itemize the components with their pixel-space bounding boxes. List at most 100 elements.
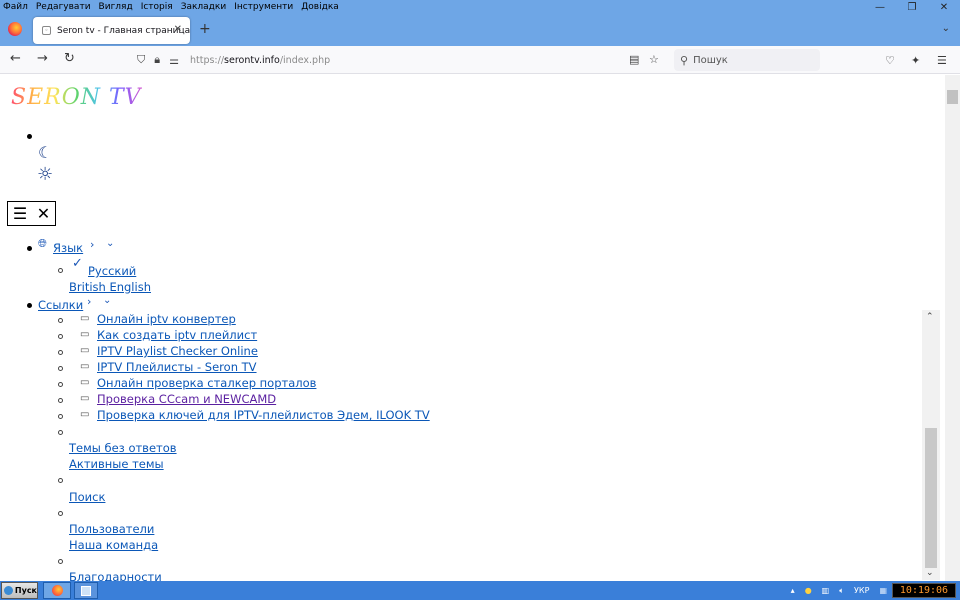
page-scroll-thumb[interactable] [947,90,958,104]
page-scrollbar[interactable] [945,75,960,581]
list-bullet [58,414,63,419]
search-icon: ⚲ [680,53,689,67]
navigation-toolbar: ← → ↻ ⛉ 🔒︎ ⚌ https://serontv.info/index.… [0,46,960,74]
tab-active[interactable]: ◦ Seron tv - Главная страница ✕ [33,17,190,44]
menu-tools[interactable]: Інструменти [230,0,297,14]
link-item[interactable]: IPTV Плейлисты - Seron TV [97,360,257,374]
hamburger-icon[interactable]: ☰ [13,204,27,223]
link-item[interactable]: Онлайн iptv конвертер [97,312,236,326]
network-icon[interactable]: ▥ [822,586,830,595]
permissions-icon[interactable]: ⚌ [169,54,179,67]
new-tab-button[interactable]: + [199,22,211,36]
dropdown-scrollbar[interactable]: ⌃ ⌄ [922,310,940,580]
chevron-down-icon: ⌄ [103,295,112,306]
keyboard-language[interactable]: УКР [854,586,869,595]
list-bullet [58,268,63,273]
page-icon: ▭ [80,409,90,420]
taskbar-app[interactable] [74,582,98,599]
users-link[interactable]: Пользователи [69,522,154,536]
app-menu-icon[interactable]: ☰ [937,53,947,69]
menu-file[interactable]: Файл [0,0,32,14]
list-bullet [27,134,32,139]
windows-icon [4,586,13,595]
page-icon: ▭ [80,329,90,340]
tab-close-icon[interactable]: ✕ [174,24,182,35]
team-link[interactable]: Наша команда [69,538,158,552]
thanks-link[interactable]: Благодарности [69,570,162,581]
list-bullet [58,366,63,371]
menu-toggle-button[interactable]: ☰ ✕ [7,201,56,226]
menu-bar: Файл Редагувати Вигляд Історія Закладки … [0,0,960,14]
close-menu-icon[interactable]: ✕ [37,204,50,223]
clock[interactable]: 10:19:06 [892,583,956,598]
reader-view-icon[interactable]: ▤ [629,53,639,66]
link-item[interactable]: Проверка ключей для IPTV-плейлистов Эдем… [97,408,430,422]
page-icon: ▭ [80,313,90,324]
list-bullet [58,478,63,483]
bookmark-star-icon[interactable]: ☆ [649,53,659,66]
tab-list-button[interactable]: ⌄ [942,23,950,34]
close-window-button[interactable]: ✕ [928,0,960,14]
menu-history[interactable]: Історія [137,0,177,14]
tray-info-icon[interactable]: ▦ [879,586,887,595]
taskbar: Пуск ▴ ● ▥ 🔈︎ УКР ▦ 10:19:06 [0,581,960,600]
links-menu-link[interactable]: Ссылки [38,298,83,312]
page-icon: ▭ [80,377,90,388]
list-bullet [58,334,63,339]
reload-button[interactable]: ↻ [64,51,75,67]
firefox-icon [52,585,63,596]
scroll-up-icon[interactable]: ⌃ [926,312,934,322]
menu-view[interactable]: Вигляд [95,0,137,14]
search-box[interactable]: ⚲ Пошук [674,49,820,71]
page-favicon-icon: ◦ [42,26,51,35]
list-bullet [58,382,63,387]
menu-help[interactable]: Довідка [297,0,343,14]
menu-edit[interactable]: Редагувати [32,0,95,14]
list-bullet [58,350,63,355]
lock-icon[interactable]: 🔒︎ [154,53,160,67]
window-controls: — ❐ ✕ [864,0,960,14]
tab-strip: ◦ Seron tv - Главная страница ✕ + ⌄ [0,14,960,46]
minimize-button[interactable]: — [864,0,896,14]
light-theme-icon[interactable]: ☼ [37,164,53,185]
search-placeholder: Пошук [693,54,728,66]
dropdown-scroll-thumb[interactable] [925,428,937,568]
maximize-button[interactable]: ❐ [896,0,928,14]
start-button[interactable]: Пуск [1,582,38,599]
link-item[interactable]: Как создать iptv плейлист [97,328,257,342]
extensions-icon[interactable]: ✦ [911,53,920,69]
chevron-down-icon: ⌄ [106,238,115,249]
pocket-icon[interactable]: ♡ [885,53,895,69]
list-bullet [27,246,32,251]
site-logo[interactable]: SERON TV [11,85,142,110]
menu-bookmarks[interactable]: Закладки [177,0,231,14]
link-item[interactable]: IPTV Playlist Checker Online [97,344,258,358]
unanswered-topics-link[interactable]: Темы без ответов [69,441,177,455]
tray-app-icon[interactable]: ● [805,586,812,595]
active-topics-link[interactable]: Активные темы [69,457,164,471]
url-bar[interactable]: ⛉ 🔒︎ ⚌ https://serontv.info/index.php ▤ … [137,49,669,71]
language-option-russian[interactable]: Русский [88,264,136,278]
window-icon [81,586,91,596]
forward-button[interactable]: → [37,51,48,67]
shield-icon[interactable]: ⛉ [137,53,145,67]
back-button[interactable]: ← [10,51,21,67]
chevron-right-icon: › [90,238,95,251]
link-item[interactable]: Проверка CCcam и NEWCAMD [97,392,276,406]
language-menu-link[interactable]: Язык [53,241,83,255]
language-option-english[interactable]: British English [69,280,151,294]
url-text[interactable]: https://serontv.info/index.php [190,55,330,66]
dark-theme-icon[interactable]: ☾ [38,143,52,162]
taskbar-firefox[interactable] [43,582,71,599]
firefox-icon[interactable] [8,22,22,36]
link-item[interactable]: Онлайн проверка сталкер порталов [97,376,316,390]
scroll-down-icon[interactable]: ⌄ [926,568,934,578]
list-bullet [58,511,63,516]
checkmark-icon: ✓ [72,256,83,271]
tray-expand-icon[interactable]: ▴ [791,586,795,595]
system-tray: ▴ ● ▥ 🔈︎ УКР ▦ 10:19:06 [786,581,960,600]
page-content: SERON TV ☾ ☼ ☰ ✕ 🌐︎ Язык › ⌄ ✓ Русский B… [0,75,945,581]
volume-icon[interactable]: 🔈︎ [839,586,844,596]
list-bullet [58,559,63,564]
search-link[interactable]: Поиск [69,490,105,504]
